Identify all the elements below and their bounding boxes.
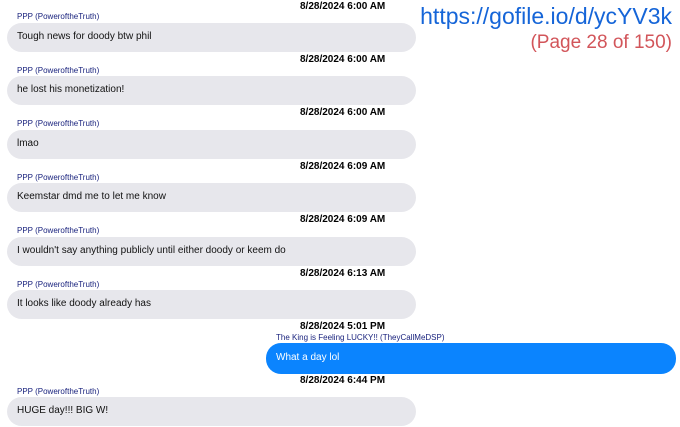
chat-transcript: 8/28/2024 6:00 AM PPP (PoweroftheTruth) …	[0, 0, 680, 427]
message-timestamp: 8/28/2024 6:00 AM	[300, 54, 386, 65]
message-timestamp: 8/28/2024 6:13 AM	[300, 268, 386, 279]
message-sender: PPP (PoweroftheTruth)	[17, 119, 100, 128]
message-timestamp: 8/28/2024 5:01 PM	[300, 321, 386, 332]
outgoing-message-bubble[interactable]: What a day lol	[266, 343, 676, 374]
message-sender: PPP (PoweroftheTruth)	[17, 173, 100, 182]
incoming-message-bubble[interactable]: I wouldn't say anything publicly until e…	[7, 237, 416, 266]
message-timestamp: 8/28/2024 6:00 AM	[300, 107, 386, 118]
incoming-message-bubble[interactable]: Keemstar dmd me to let me know	[7, 183, 416, 212]
message-sender: PPP (PoweroftheTruth)	[17, 12, 100, 21]
page-indicator: (Page 28 of 150)	[530, 32, 672, 53]
message-timestamp: 8/28/2024 6:00 AM	[300, 1, 386, 12]
gofile-link[interactable]: https://gofile.io/d/ycYV3k	[420, 2, 672, 30]
message-sender: PPP (PoweroftheTruth)	[17, 387, 100, 396]
message-timestamp: 8/28/2024 6:44 PM	[300, 375, 386, 386]
message-timestamp: 8/28/2024 6:09 AM	[300, 161, 386, 172]
message-sender: The King is Feeling LUCKY!! (TheyCallMeD…	[276, 333, 445, 342]
incoming-message-bubble[interactable]: lmao	[7, 130, 416, 159]
incoming-message-bubble[interactable]: It looks like doody already has	[7, 290, 416, 319]
message-sender: PPP (PoweroftheTruth)	[17, 66, 100, 75]
incoming-message-bubble[interactable]: HUGE day!!! BIG W!	[7, 397, 416, 426]
incoming-message-bubble[interactable]: he lost his monetization!	[7, 76, 416, 105]
message-sender: PPP (PoweroftheTruth)	[17, 226, 100, 235]
incoming-message-bubble[interactable]: Tough news for doody btw phil	[7, 23, 416, 52]
message-sender: PPP (PoweroftheTruth)	[17, 280, 100, 289]
message-timestamp: 8/28/2024 6:09 AM	[300, 214, 386, 225]
